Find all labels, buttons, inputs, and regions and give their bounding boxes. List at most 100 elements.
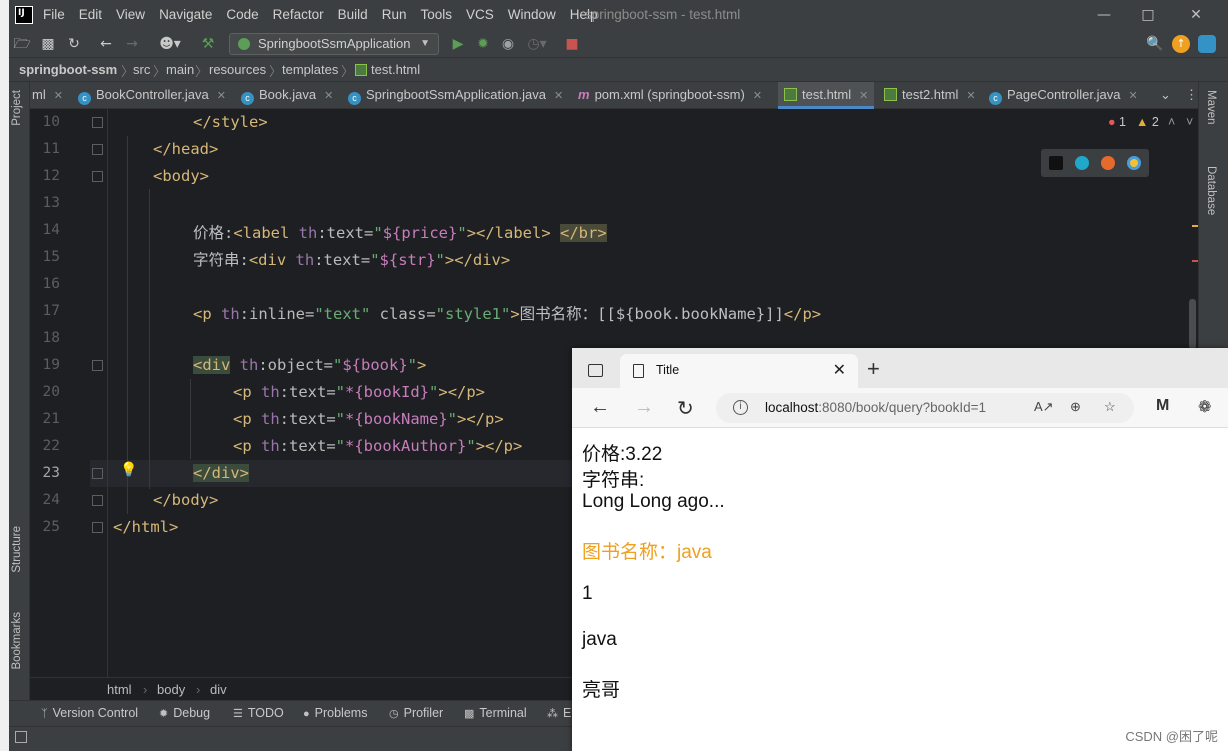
tab-book-controller[interactable]: c BookController.java ✕ xyxy=(78,82,226,109)
chrome-icon[interactable] xyxy=(1127,156,1141,170)
menu-edit[interactable]: Edit xyxy=(79,7,102,22)
fold-marker-icon[interactable] xyxy=(92,171,103,182)
intention-bulb-icon[interactable]: 💡 xyxy=(120,462,137,478)
breadcrumb-src[interactable]: src xyxy=(133,62,150,77)
sync-icon[interactable]: ↻ xyxy=(65,35,83,53)
debug-tool[interactable]: ✹ Debug xyxy=(159,706,210,720)
stop-icon[interactable]: ■ xyxy=(563,35,581,53)
fold-marker-icon[interactable] xyxy=(92,144,103,155)
menu-navigate[interactable]: Navigate xyxy=(159,7,212,22)
structure-tool-tab[interactable]: Structure xyxy=(11,526,23,573)
tab-list-chevron-icon[interactable]: ⌄ xyxy=(1160,82,1171,109)
more-options-icon[interactable]: ⋮ xyxy=(1185,82,1198,109)
crumb-div[interactable]: div xyxy=(210,682,227,697)
error-stripe-mark[interactable] xyxy=(1192,260,1198,262)
close-icon[interactable]: ✕ xyxy=(217,90,226,102)
close-icon[interactable]: ✕ xyxy=(54,90,63,102)
close-icon[interactable]: ✕ xyxy=(324,90,333,102)
build-hammer-icon[interactable]: ⚒ xyxy=(199,35,217,53)
edge-icon[interactable] xyxy=(1075,156,1089,170)
menu-code[interactable]: Code xyxy=(226,7,258,22)
fold-marker-icon[interactable] xyxy=(92,495,103,506)
close-window-icon[interactable]: ✕ xyxy=(1181,4,1211,26)
browser-forward-icon[interactable]: → xyxy=(634,396,654,419)
tab-springboot-ssm-application[interactable]: c SpringbootSsmApplication.java ✕ xyxy=(348,82,563,109)
browser-back-icon[interactable]: ← xyxy=(590,396,610,419)
crumb-html[interactable]: html xyxy=(107,682,132,697)
fold-marker-icon[interactable] xyxy=(92,117,103,128)
update-icon[interactable]: ↑ xyxy=(1172,35,1190,53)
back-icon[interactable]: ← xyxy=(97,35,115,53)
layout-toggle-icon[interactable] xyxy=(15,731,27,743)
url-text[interactable]: localhost:8080/book/query?bookId=1 xyxy=(765,400,986,415)
crumb-body[interactable]: body xyxy=(157,682,185,697)
error-count-indicator[interactable]: ● 1 xyxy=(1108,115,1126,129)
tab-actions-icon[interactable] xyxy=(588,364,603,377)
menu-file[interactable]: File xyxy=(43,7,65,22)
fold-marker-icon[interactable] xyxy=(92,522,103,533)
run-icon[interactable]: ▶ xyxy=(449,35,467,53)
close-icon[interactable]: ✕ xyxy=(859,90,868,102)
next-highlight-icon[interactable]: ˅ xyxy=(1186,115,1193,129)
breadcrumb-templates[interactable]: templates xyxy=(282,62,338,77)
browser-tab[interactable]: Title ✕ xyxy=(620,354,858,388)
new-tab-icon[interactable]: + xyxy=(867,356,880,382)
extension-m-icon[interactable]: M xyxy=(1156,397,1169,415)
close-icon[interactable]: ✕ xyxy=(966,90,975,102)
address-bar[interactable]: i localhost:8080/book/query?bookId=1 A↗ … xyxy=(716,393,1134,423)
breadcrumb-resources[interactable]: resources xyxy=(209,62,266,77)
previous-highlight-icon[interactable]: ˄ xyxy=(1168,115,1175,129)
version-control-tool[interactable]: ᛉ Version Control xyxy=(41,706,138,720)
intellij-browser-icon[interactable] xyxy=(1049,156,1063,170)
tab-ml[interactable]: ml ✕ xyxy=(32,82,63,109)
tab-pom[interactable]: m pom.xml (springboot-ssm) ✕ xyxy=(578,82,762,109)
maven-tool-tab[interactable]: Maven xyxy=(1205,90,1217,125)
read-aloud-icon[interactable]: A↗ xyxy=(1034,399,1054,415)
menu-window[interactable]: Window xyxy=(508,7,556,22)
maximize-icon[interactable]: □ xyxy=(1133,4,1163,26)
fold-marker-icon[interactable] xyxy=(92,360,103,371)
site-info-icon[interactable]: i xyxy=(733,400,748,415)
vertical-scrollbar[interactable] xyxy=(1189,299,1196,349)
menu-run[interactable]: Run xyxy=(382,7,407,22)
debug-icon[interactable]: ✹ xyxy=(474,35,492,53)
minimize-icon[interactable]: — xyxy=(1089,4,1119,26)
close-icon[interactable]: ✕ xyxy=(1128,90,1137,102)
profile-icon[interactable]: ◷▾ xyxy=(524,35,550,53)
favorite-icon[interactable]: ☆ xyxy=(1104,399,1116,415)
zoom-icon[interactable]: ⊕ xyxy=(1070,399,1081,415)
extensions-icon[interactable]: ❁ xyxy=(1198,397,1211,417)
database-tool-tab[interactable]: Database xyxy=(1205,166,1217,215)
breadcrumb-main[interactable]: main xyxy=(166,62,194,77)
menu-tools[interactable]: Tools xyxy=(420,7,452,22)
menu-refactor[interactable]: Refactor xyxy=(273,7,324,22)
warning-count-indicator[interactable]: ▲ 2 xyxy=(1136,115,1159,129)
todo-tool[interactable]: ☰ TODO xyxy=(233,706,284,720)
problems-tool[interactable]: ● Problems xyxy=(303,706,367,720)
forward-icon[interactable]: → xyxy=(123,35,141,53)
tab-test2-html[interactable]: test2.html ✕ xyxy=(884,82,976,109)
vcs-user-icon[interactable]: ☻▾ xyxy=(155,35,185,53)
warning-stripe-mark[interactable] xyxy=(1192,225,1198,227)
search-icon[interactable]: 🔍 xyxy=(1146,35,1164,53)
breadcrumb-file[interactable]: test.html xyxy=(371,62,420,77)
profiler-tool[interactable]: ◷ Profiler xyxy=(389,706,443,720)
close-icon[interactable]: ✕ xyxy=(554,90,563,102)
firefox-icon[interactable] xyxy=(1101,156,1115,170)
coverage-icon[interactable]: ◉ xyxy=(499,35,517,53)
tab-test-html[interactable]: test.html ✕ xyxy=(778,82,875,109)
terminal-tool[interactable]: ▩ Terminal xyxy=(464,706,527,720)
browser-refresh-icon[interactable]: ↻ xyxy=(677,396,694,421)
breadcrumb-project[interactable]: springboot-ssm xyxy=(19,62,117,77)
open-folder-icon[interactable]: 🗁 xyxy=(13,35,31,53)
menu-view[interactable]: View xyxy=(116,7,145,22)
fold-marker-icon[interactable] xyxy=(92,468,103,479)
tab-page-controller[interactable]: c PageController.java ✕ xyxy=(989,82,1138,109)
close-icon[interactable]: ✕ xyxy=(753,90,762,102)
jetbrains-logo-icon[interactable] xyxy=(1198,35,1216,53)
bookmarks-tool-tab[interactable]: Bookmarks xyxy=(11,612,23,670)
save-all-icon[interactable]: ▩ xyxy=(39,35,57,53)
run-configuration-select[interactable]: SpringbootSsmApplication ▼ xyxy=(229,33,439,55)
tab-book[interactable]: c Book.java ✕ xyxy=(241,82,333,109)
project-tool-tab[interactable]: Project xyxy=(11,90,23,126)
